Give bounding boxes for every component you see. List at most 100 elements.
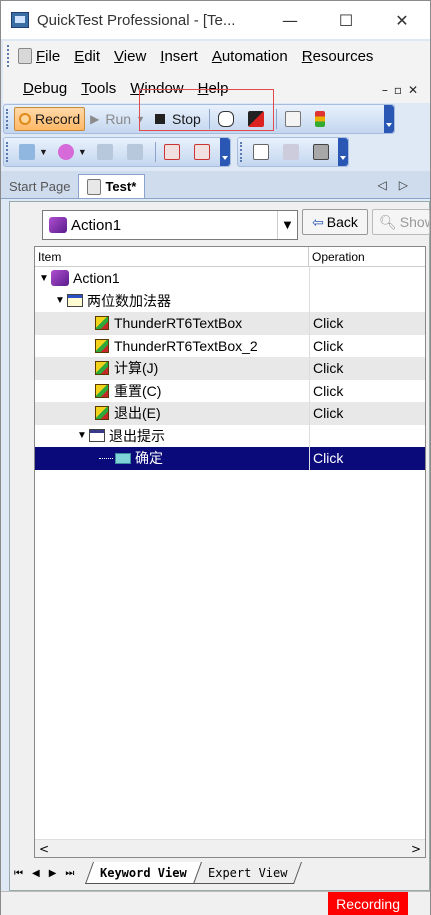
checklist-icon [284,111,301,127]
title-bar[interactable]: QuickTest Professional - [Te... — ☐ ✕ [1,1,430,39]
object-cube-icon [95,361,109,376]
checkpoint-button[interactable] [280,107,310,131]
minimize-button[interactable]: — [262,11,318,30]
scroll-right-icon[interactable]: > [411,842,421,856]
arrow-left-icon: ⇦ [312,213,324,230]
row-operation: Click [309,312,425,335]
view-toolbar [237,137,349,167]
row-operation [309,424,425,447]
highlight-box [139,89,274,131]
toolbar-grip[interactable] [6,109,11,129]
results-icon [283,144,299,160]
toolbar-grip[interactable] [6,142,11,162]
application-window: QuickTest Professional - [Te... — ☐ ✕ Fi… [0,0,431,915]
back-button[interactable]: ⇦ Back [302,209,368,235]
toolbar-overflow-button[interactable] [338,138,348,166]
table-row[interactable]: 退出(E) Click [35,402,425,425]
menu-view[interactable]: View [114,48,146,65]
toolbar-overflow-button[interactable] [220,138,230,166]
object-repository-button[interactable]: ▼ [14,140,53,164]
maximize-button[interactable]: ☐ [318,11,374,30]
action-button[interactable] [92,140,122,164]
results-button[interactable] [278,140,308,164]
toolbar-separator [275,109,277,129]
data-table-button[interactable] [248,140,278,164]
sync-icon [126,144,143,160]
document-icon [18,48,32,64]
menu-tools[interactable]: Tools [81,80,116,97]
toolbar-separator [154,142,156,162]
collapse-icon[interactable]: ▼ [53,295,67,306]
table-row-selected[interactable]: 确定 Click [35,447,425,470]
row-item: 重置(C) [114,382,162,399]
row-operation: Click [309,334,425,357]
sync-button[interactable] [122,140,152,164]
window-title: QuickTest Professional - [Te... [37,11,236,29]
tab-start-page[interactable]: Start Page [1,174,78,198]
table-row[interactable]: ThunderRT6TextBox_2 Click [35,334,425,357]
row-item: 退出(E) [114,405,161,422]
debug-viewer-button[interactable] [308,140,338,164]
keyword-grid[interactable]: Item Operation ▼ Action1 ▼ 两位数加法器 ThunderR… [34,246,426,858]
table-row[interactable]: ThunderRT6TextBox Click [35,312,425,335]
collapse-icon[interactable]: ▼ [75,430,89,441]
action-icon [96,144,113,160]
tab-scroll-arrows[interactable]: ◁▷ [378,178,420,192]
menu-debug[interactable]: Debug [23,80,67,97]
window-icon [67,294,83,308]
tab-test-label: Test* [105,179,137,194]
row-item: ThunderRT6TextBox_2 [114,337,258,354]
row-item: 计算(J) [114,360,159,377]
table-row[interactable]: ▼ Action1 [35,267,425,290]
action-icon [49,217,67,233]
spy-icon [57,144,74,160]
menu-insert[interactable]: Insert [160,48,198,65]
magnifier-icon: 🔍︎ [379,213,397,230]
table-row[interactable]: 计算(J) Click [35,357,425,380]
table-row[interactable]: ▼ 两位数加法器 [35,289,425,312]
column-header-operation[interactable]: Operation [309,247,425,266]
menu-edit[interactable]: Edit [74,48,100,65]
table-row[interactable]: ▼ 退出提示 [35,424,425,447]
show-button[interactable]: 🔍︎ Show [372,209,430,235]
menu-grip[interactable] [7,45,12,67]
tab-navigation-arrows[interactable]: ⏮◀▶⏭ [14,868,83,879]
chevron-down-icon: ▼ [77,147,87,157]
table-icon [253,144,269,160]
record-button[interactable]: Record [14,107,86,131]
horizontal-scrollbar[interactable]: < > [35,839,425,857]
tab-test[interactable]: Test* [78,174,146,198]
step-icon [163,144,180,160]
column-header-item[interactable]: Item [35,247,309,266]
object-cube-icon [95,406,109,421]
tab-expert-label: Expert View [208,865,288,880]
traffic-light-icon [314,111,325,127]
menu-file[interactable]: File [36,48,60,65]
repository-icon [19,144,35,160]
row-operation [309,267,425,290]
menu-row-1: File Edit View Insert Automation Resourc… [3,41,387,71]
menu-resources[interactable]: Resources [302,48,374,65]
view-tabs: ⏮◀▶⏭ Keyword View Expert View [10,860,429,886]
table-row[interactable]: 重置(C) Click [35,379,425,402]
output-value-button[interactable] [310,107,334,131]
toolbar-grip[interactable] [240,142,245,162]
back-label: Back [326,214,358,230]
chevron-down-icon[interactable]: ▼ [277,211,297,239]
tab-expert-view[interactable]: Expert View [193,862,303,884]
row-item: ThunderRT6TextBox [114,315,243,332]
object-spy-button[interactable]: ▼ [53,140,92,164]
mdi-controls[interactable]: –▫✕ [382,83,424,97]
step-into-button[interactable] [159,140,189,164]
debug-icon [313,144,329,160]
action-selector[interactable]: Action1 ▼ [42,210,298,240]
scroll-left-icon[interactable]: < [39,842,49,856]
tab-keyword-view[interactable]: Keyword View [85,862,203,884]
collapse-icon[interactable]: ▼ [37,273,51,284]
close-button[interactable]: ✕ [374,11,430,30]
toolbar-overflow-button[interactable] [384,105,394,133]
menu-automation[interactable]: Automation [212,48,288,65]
row-operation: Click [309,379,425,402]
object-cube-icon [95,316,109,331]
step-over-button[interactable] [189,140,219,164]
